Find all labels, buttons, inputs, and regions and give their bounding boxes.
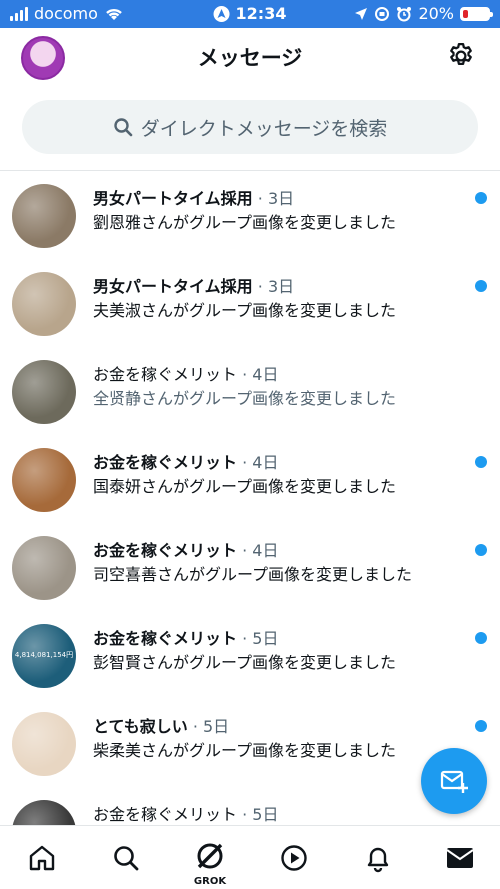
separator-dot: · <box>237 365 253 384</box>
alarm-icon <box>397 6 412 21</box>
tab-home[interactable] <box>22 840 62 876</box>
conversation-date: 4日 <box>252 365 279 384</box>
conversation-date: 3日 <box>267 277 295 296</box>
unread-dot <box>475 544 487 556</box>
conversation-header: とても寂しい · 5日 <box>93 713 229 737</box>
conversation-date: 5日 <box>252 629 279 648</box>
signal-icon <box>10 6 28 21</box>
separator-dot: · <box>237 541 253 560</box>
search-icon <box>113 118 132 137</box>
conversation-avatar[interactable] <box>12 536 76 600</box>
status-bar: docomo 12:34 20% <box>0 0 500 28</box>
gear-icon[interactable] <box>446 41 476 71</box>
status-center: 12:34 <box>213 4 287 23</box>
conversation-avatar[interactable] <box>12 272 76 336</box>
mail-icon <box>446 848 474 868</box>
conversation-date: 5日 <box>203 717 230 736</box>
wifi-icon <box>106 8 122 20</box>
status-left: docomo <box>10 4 124 23</box>
conversation-header: 男女パートタイム採用 · 3日 <box>93 185 294 209</box>
tab-video[interactable] <box>274 840 314 876</box>
search-icon <box>114 846 139 871</box>
carrier-label: docomo <box>34 4 98 23</box>
conversation-name: 男女パートタイム採用 <box>93 277 253 296</box>
status-right: 20% <box>354 4 493 23</box>
conversation-date: 5日 <box>252 805 279 824</box>
new-message-icon <box>440 770 468 793</box>
conversation-row[interactable]: お金を稼ぐメリット · 4日国泰妍さんがグループ画像を変更しました <box>0 435 500 523</box>
search-input[interactable]: ダイレクトメッセージを検索 <box>22 100 478 154</box>
conversation-preview: 彭智賢さんがグループ画像を変更しました <box>93 653 397 672</box>
conversation-header: お金を稼ぐメリット · 4日 <box>93 449 278 473</box>
conversation-date: 4日 <box>252 541 279 560</box>
battery-fill <box>463 9 468 18</box>
separator-dot: · <box>252 189 268 208</box>
conversation-preview: 柴柔美さんがグループ画像を変更しました <box>93 741 397 760</box>
conversation-date: 4日 <box>252 453 279 472</box>
avatar-caption: 4,814,081,154円 <box>14 651 74 659</box>
conversation-header: お金を稼ぐメリット · 5日 <box>93 801 278 825</box>
tab-messages[interactable] <box>440 840 480 876</box>
conversation-row[interactable]: 男女パートタイム採用 · 3日夫美淑さんがグループ画像を変更しました <box>0 259 500 347</box>
play-icon <box>281 845 307 871</box>
separator-dot: · <box>187 717 203 736</box>
conversation-preview: 夫美淑さんがグループ画像を変更しました <box>93 301 397 320</box>
conversation-header: お金を稼ぐメリット · 4日 <box>93 361 278 385</box>
grok-icon <box>197 843 223 869</box>
conversation-header: お金を稼ぐメリット · 5日 <box>93 625 278 649</box>
page-title: メッセージ <box>197 46 303 70</box>
tab-search[interactable] <box>106 840 146 876</box>
conversation-avatar[interactable] <box>12 712 76 776</box>
conversation-preview: 全贤静さんがグループ画像を変更しました <box>93 389 397 408</box>
conversation-name: お金を稼ぐメリット <box>93 805 238 824</box>
grok-label: GROK <box>193 876 227 887</box>
conversation-name: 男女パートタイム採用 <box>93 189 253 208</box>
separator-dot: · <box>252 277 268 296</box>
separator-dot: · <box>237 805 253 824</box>
conversation-row[interactable]: お金を稼ぐメリット · 4日司空喜善さんがグループ画像を変更しました <box>0 523 500 611</box>
conversation-name: とても寂しい <box>93 717 188 736</box>
conversation-date: 3日 <box>267 189 295 208</box>
conversation-avatar[interactable] <box>12 184 76 248</box>
bell-icon <box>367 847 389 873</box>
conversation-row[interactable]: お金を稼ぐメリット · 4日全贤静さんがグループ画像を変更しました <box>0 347 500 435</box>
conversation-avatar[interactable]: 4,814,081,154円 <box>12 624 76 688</box>
header: メッセージ <box>0 28 500 88</box>
conversation-preview: 司空喜善さんがグループ画像を変更しました <box>93 565 413 584</box>
conversation-header: お金を稼ぐメリット · 4日 <box>93 537 278 561</box>
unread-dot <box>475 632 487 644</box>
home-icon <box>29 845 55 871</box>
conversation-row[interactable]: 男女パートタイム採用 · 3日劉恩雅さんがグループ画像を変更しました <box>0 171 500 259</box>
unread-dot <box>475 280 487 292</box>
clock: 12:34 <box>235 4 287 23</box>
conversation-name: お金を稼ぐメリット <box>93 541 238 560</box>
conversation-header: 男女パートタイム採用 · 3日 <box>93 273 294 297</box>
separator-dot: · <box>237 629 253 648</box>
location-icon <box>355 7 368 20</box>
battery-icon <box>460 6 493 21</box>
tab-bar: GROK <box>0 825 500 889</box>
navigation-app-icon <box>213 5 230 22</box>
conversation-name: お金を稼ぐメリット <box>93 365 238 384</box>
conversation-preview: 国泰妍さんがグループ画像を変更しました <box>93 477 397 496</box>
conversation-avatar[interactable] <box>12 448 76 512</box>
conversation-avatar[interactable] <box>12 360 76 424</box>
unread-dot <box>475 192 487 204</box>
search-placeholder: ダイレクトメッセージを検索 <box>140 117 388 140</box>
separator-dot: · <box>237 453 253 472</box>
new-message-button[interactable] <box>421 748 487 814</box>
orientation-lock-icon <box>375 6 390 21</box>
tab-notifications[interactable] <box>358 840 398 876</box>
unread-dot <box>475 720 487 732</box>
conversation-preview: 劉恩雅さんがグループ画像を変更しました <box>93 213 397 232</box>
battery-percent: 20% <box>418 4 454 23</box>
tab-grok[interactable]: GROK <box>190 834 230 887</box>
conversation-name: お金を稼ぐメリット <box>93 629 238 648</box>
conversation-row[interactable]: 4,814,081,154円 お金を稼ぐメリット · 5日彭智賢さんがグループ画像… <box>0 611 500 699</box>
conversation-avatar[interactable] <box>12 800 76 825</box>
unread-dot <box>475 456 487 468</box>
conversation-list: 男女パートタイム採用 · 3日 劉恩雅さんがグループ画像を変更しました 男女パートタ… <box>0 171 500 825</box>
conversation-name: お金を稼ぐメリット <box>93 453 238 472</box>
